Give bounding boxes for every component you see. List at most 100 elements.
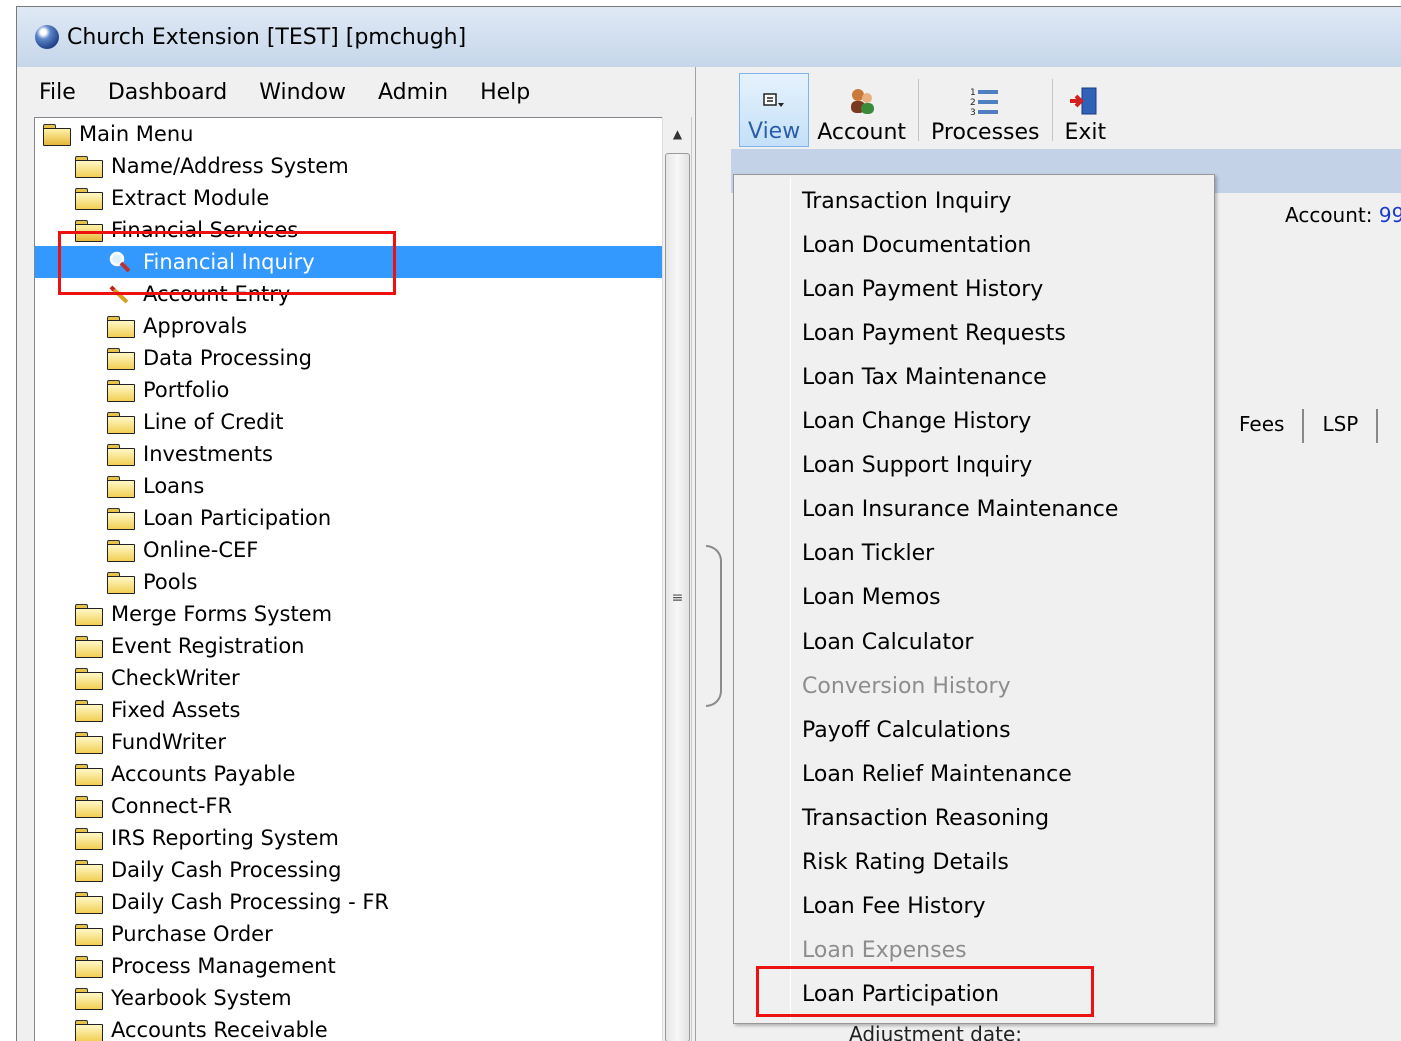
tree-item-checkwriter[interactable]: CheckWriter [35,662,240,694]
menu-item-loan-payment-history[interactable]: Loan Payment History [802,269,1043,309]
grip-icon: ≡ [671,589,684,606]
menu-item-risk-rating-details[interactable]: Risk Rating Details [802,843,1009,883]
tree-item-pools[interactable]: Pools [35,566,197,598]
adjustment-date-label: Adjustment date: [849,1022,1023,1041]
menu-item-loan-change-history[interactable]: Loan Change History [802,402,1031,442]
tab-lsp[interactable]: LSP [1304,409,1379,443]
scroll-thumb[interactable]: ≡ [665,153,690,1041]
tree-item-label: Process Management [111,954,336,978]
tree-item-name-address-system[interactable]: Name/Address System [35,150,349,182]
tree-item-loans[interactable]: Loans [35,470,204,502]
processes-label: Processes [931,120,1040,145]
tree-item-label: Pools [143,570,198,594]
folder-icon [75,892,103,914]
tab-strip: Fees LSP [1221,407,1379,443]
exit-button[interactable]: Exit [1057,73,1115,147]
menu-window[interactable]: Window [259,78,346,107]
tree-item-fixed-assets[interactable]: Fixed Assets [35,694,240,726]
toolbar-separator [918,79,920,141]
tree-item-label: Purchase Order [111,922,273,946]
folder-icon [75,956,103,978]
tree-item-event-registration[interactable]: Event Registration [35,630,304,662]
tree-item-label: Online-CEF [143,538,259,562]
splitter-handle[interactable] [706,545,722,707]
tree-item-investments[interactable]: Investments [35,438,273,470]
tree-item-purchase-order[interactable]: Purchase Order [35,918,273,950]
svg-text:3: 3 [970,108,976,117]
menu-item-loan-insurance-maintenance[interactable]: Loan Insurance Maintenance [802,490,1118,530]
tree-scrollbar[interactable]: ▲ ≡ [662,117,692,1041]
folder-icon [107,316,135,338]
view-list-icon [763,83,785,117]
tree-item-daily-cash-processing[interactable]: Daily Cash Processing [35,854,341,886]
tree-item-extract-module[interactable]: Extract Module [35,182,269,214]
tree-item-accounts-receivable[interactable]: Accounts Receivable [35,1014,328,1041]
tree-item-label: Portfolio [143,378,230,402]
tree-item-online-cef[interactable]: Online-CEF [35,534,258,566]
tab-fees[interactable]: Fees [1221,409,1305,443]
account-label: Account [817,120,907,145]
menu-admin[interactable]: Admin [378,78,448,107]
menu-item-transaction-inquiry[interactable]: Transaction Inquiry [802,181,1011,221]
folder-icon [75,156,103,178]
tree-item-label: Approvals [143,314,248,338]
tree-item-label: Loans [143,474,205,498]
tree-item-main-menu[interactable]: Main Menu [35,118,193,150]
tree-item-line-of-credit[interactable]: Line of Credit [35,406,284,438]
folder-icon [75,732,103,754]
folder-icon [107,444,135,466]
menu-item-loan-payment-requests[interactable]: Loan Payment Requests [802,313,1066,353]
tree-item-label: Data Processing [143,346,312,370]
folder-icon [75,668,103,690]
tree-item-label: Main Menu [79,122,194,146]
menu-item-loan-tickler[interactable]: Loan Tickler [802,534,934,574]
tree-item-connect-fr[interactable]: Connect-FR [35,790,232,822]
tree-item-approvals[interactable]: Approvals [35,310,247,342]
tree-item-label: Yearbook System [111,986,292,1010]
folder-icon [75,924,103,946]
scroll-up-arrow-icon[interactable]: ▲ [663,117,692,151]
tree-item-irs-reporting-system[interactable]: IRS Reporting System [35,822,339,854]
tree-item-portfolio[interactable]: Portfolio [35,374,229,406]
menu-item-loan-memos[interactable]: Loan Memos [802,578,941,618]
menu-help[interactable]: Help [480,78,530,107]
folder-icon [107,380,135,402]
processes-button[interactable]: 123 Processes [923,73,1047,147]
view-button[interactable]: View [739,73,810,147]
folder-icon [75,828,103,850]
account-button[interactable]: Account [809,73,914,147]
tree-item-accounts-payable[interactable]: Accounts Payable [35,758,295,790]
folder-icon [107,348,135,370]
folder-icon [75,636,103,658]
tree-item-label: Accounts Receivable [111,1018,328,1041]
svg-text:1: 1 [970,88,976,98]
tree-item-label: Event Registration [111,634,305,658]
menu-item-loan-documentation[interactable]: Loan Documentation [802,225,1031,265]
tree-item-loan-participation[interactable]: Loan Participation [35,502,331,534]
menu-item-loan-expenses: Loan Expenses [802,938,967,964]
tree-item-data-processing[interactable]: Data Processing [35,342,312,374]
tree-item-fundwriter[interactable]: FundWriter [35,726,226,758]
menu-item-loan-relief-maintenance[interactable]: Loan Relief Maintenance [802,754,1072,794]
pane-splitter[interactable] [695,67,731,1041]
menu-item-loan-support-inquiry[interactable]: Loan Support Inquiry [802,446,1032,486]
tree-item-label: Loan Participation [143,506,332,530]
tree-item-label: Connect-FR [111,794,233,818]
menu-file[interactable]: File [39,78,76,107]
menu-item-loan-fee-history[interactable]: Loan Fee History [802,887,986,927]
tree-item-daily-cash-processing-fr[interactable]: Daily Cash Processing - FR [35,886,389,918]
menu-item-loan-calculator[interactable]: Loan Calculator [802,622,973,662]
tree-item-merge-forms-system[interactable]: Merge Forms System [35,598,332,630]
menu-item-loan-tax-maintenance[interactable]: Loan Tax Maintenance [802,357,1047,397]
menu-item-transaction-reasoning[interactable]: Transaction Reasoning [802,798,1049,838]
menu-item-conversion-history: Conversion History [802,673,1011,699]
menu-item-payoff-calculations[interactable]: Payoff Calculations [802,710,1011,750]
folder-icon [75,1020,103,1041]
tree-item-label: Accounts Payable [111,762,296,786]
tree-item-process-management[interactable]: Process Management [35,950,336,982]
tree-item-yearbook-system[interactable]: Yearbook System [35,982,292,1014]
toolbar-separator [1051,79,1053,141]
menu-icon-gutter [790,177,791,1021]
folder-icon [107,572,135,594]
menu-dashboard[interactable]: Dashboard [108,78,227,107]
